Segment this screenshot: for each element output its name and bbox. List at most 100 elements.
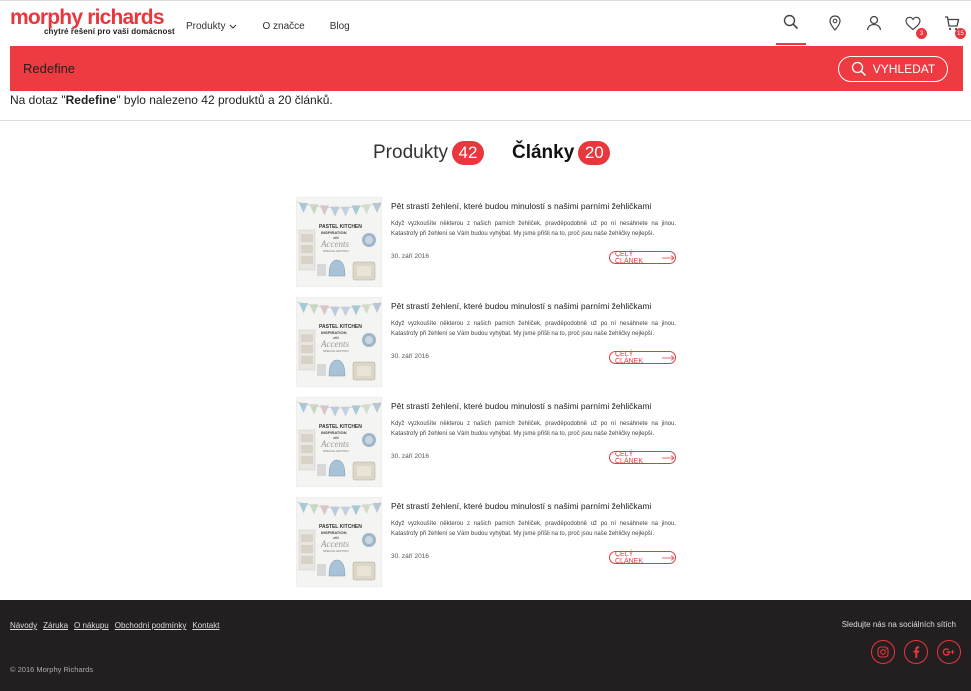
logo-brand: morphy richards [10, 6, 165, 29]
logo[interactable]: morphy richards chytré řešení pro vaši d… [10, 6, 175, 37]
read-article-label: CELÝ ČLÁNEK [615, 250, 644, 265]
article-date: 30. září 2016 [391, 553, 429, 560]
tab-label: Články [511, 142, 575, 163]
chevron-down-icon [230, 24, 237, 29]
nav-item-about[interactable]: O značce [262, 21, 304, 32]
wishlist-count-badge: 3 [916, 28, 927, 39]
list-item: PASTEL KITCHEN INSPIRATION with Accents … [296, 497, 680, 597]
read-article-button[interactable]: CELÝ ČLÁNEK [609, 550, 676, 565]
arrow-right-icon [662, 254, 675, 261]
header-icons: 3 15 [776, 1, 971, 47]
instagram-icon [877, 646, 889, 658]
search-toggle-button[interactable] [776, 1, 806, 45]
read-article-label: CELÝ ČLÁNEK [615, 350, 644, 365]
arrow-right-icon [662, 354, 675, 361]
svg-text:Accents: Accents [320, 439, 349, 449]
article-list: PASTEL KITCHEN INSPIRATION with Accents … [296, 197, 680, 597]
copyright: © 2016 Morphy Richards [10, 665, 94, 674]
article-thumbnail[interactable]: PASTEL KITCHEN INSPIRATION with Accents … [296, 397, 382, 487]
cart-count-badge: 15 [955, 28, 966, 39]
nav-item-label: Produkty [186, 21, 226, 32]
svg-text:SPECIAL EDITION: SPECIAL EDITION [323, 349, 349, 353]
search-icon [783, 14, 799, 30]
article-excerpt: Když vyzkoušíte některou z našich parníc… [391, 521, 676, 537]
search-result-summary: Na dotaz "Redefine" bylo nalezeno 42 pro… [10, 93, 333, 107]
google-plus-button[interactable] [937, 640, 961, 664]
instagram-button[interactable] [871, 640, 895, 664]
nav-item-products[interactable]: Produkty [186, 21, 237, 32]
article-excerpt: Když vyzkoušíte některou z našich parníc… [391, 221, 676, 237]
tab-count-badge: 20 [578, 141, 611, 165]
svg-text:INSPIRATION: INSPIRATION [321, 330, 347, 335]
article-image: PASTEL KITCHEN INSPIRATION with Accents … [297, 198, 381, 286]
search-bar: VYHLEDAT [10, 46, 963, 91]
tab-articles[interactable]: Články 20 [511, 141, 611, 165]
user-icon [866, 15, 881, 31]
account-button[interactable] [854, 1, 893, 45]
facebook-icon [913, 646, 920, 658]
wishlist-button[interactable]: 3 [893, 1, 932, 45]
article-thumbnail[interactable]: PASTEL KITCHEN INSPIRATION with Accents … [296, 197, 382, 287]
read-article-button[interactable]: CELÝ ČLÁNEK [609, 250, 676, 265]
site-header: morphy richards chytré řešení pro vaši d… [0, 0, 971, 46]
cart-button[interactable]: 15 [932, 1, 971, 45]
article-title[interactable]: Pět strastí žehlení, které budou minulos… [391, 501, 651, 511]
list-item: PASTEL KITCHEN INSPIRATION with Accents … [296, 297, 680, 397]
svg-text:INSPIRATION: INSPIRATION [321, 230, 347, 235]
read-article-label: CELÝ ČLÁNEK [615, 550, 644, 565]
divider [0, 120, 971, 121]
search-button-label: VYHLEDAT [872, 62, 936, 76]
article-excerpt: Když vyzkoušíte některou z našich parníc… [391, 321, 676, 337]
svg-text:INSPIRATION: INSPIRATION [321, 430, 347, 435]
tab-count-badge: 42 [451, 141, 484, 165]
read-article-button[interactable]: CELÝ ČLÁNEK [609, 450, 676, 465]
svg-text:Accents: Accents [320, 539, 349, 549]
footer-link-shopping[interactable]: O nákupu [74, 621, 109, 630]
tab-products[interactable]: Produkty 42 [373, 141, 484, 165]
article-date: 30. září 2016 [391, 253, 429, 260]
result-prefix: Na dotaz " [10, 93, 66, 107]
svg-text:Accents: Accents [320, 239, 349, 249]
article-date: 30. září 2016 [391, 453, 429, 460]
article-thumbnail[interactable]: PASTEL KITCHEN INSPIRATION with Accents … [296, 297, 382, 387]
facebook-button[interactable] [904, 640, 928, 664]
nav-item-blog[interactable]: Blog [330, 21, 350, 32]
article-title[interactable]: Pět strastí žehlení, které budou minulos… [391, 301, 651, 311]
article-date: 30. září 2016 [391, 353, 429, 360]
svg-text:SPECIAL EDITION: SPECIAL EDITION [323, 449, 349, 453]
store-locator-button[interactable] [815, 1, 854, 45]
read-article-button[interactable]: CELÝ ČLÁNEK [609, 350, 676, 365]
svg-text:SPECIAL EDITION: SPECIAL EDITION [323, 249, 349, 253]
article-title[interactable]: Pět strastí žehlení, které budou minulos… [391, 401, 651, 411]
tab-label: Produkty [373, 142, 448, 163]
search-input[interactable] [10, 46, 810, 91]
result-query: Redefine [65, 93, 117, 107]
article-excerpt: Když vyzkoušíte některou z našich parníc… [391, 421, 676, 437]
location-pin-icon [828, 15, 841, 31]
read-article-label: CELÝ ČLÁNEK [615, 450, 644, 465]
svg-text:INSPIRATION: INSPIRATION [321, 530, 347, 535]
list-item: PASTEL KITCHEN INSPIRATION with Accents … [296, 397, 680, 497]
footer-link-contact[interactable]: Kontakt [192, 621, 219, 630]
logo-tagline: chytré řešení pro vaši domácnost [44, 27, 175, 36]
main-nav: Produkty O značce Blog [186, 21, 375, 32]
arrow-right-icon [662, 454, 675, 461]
nav-item-label: Blog [329, 21, 350, 32]
article-thumbnail[interactable]: PASTEL KITCHEN INSPIRATION with Accents … [296, 497, 382, 587]
svg-text:Accents: Accents [320, 339, 349, 349]
nav-item-label: O značce [262, 21, 305, 32]
footer-link-manuals[interactable]: Návody [10, 621, 37, 630]
article-title[interactable]: Pět strastí žehlení, které budou minulos… [391, 201, 651, 211]
article-image: PASTEL KITCHEN INSPIRATION with Accents … [297, 398, 381, 486]
result-suffix: " bylo nalezeno 42 produktů a 20 článků. [116, 93, 333, 107]
result-tabs: Produkty 42 Články 20 [373, 141, 638, 165]
footer-links: Návody Záruka O nákupu Obchodní podmínky… [10, 621, 225, 630]
footer-link-terms[interactable]: Obchodní podmínky [115, 621, 187, 630]
footer-link-warranty[interactable]: Záruka [43, 621, 68, 630]
social-heading: Sledujte nás na sociálních sítích [841, 620, 956, 629]
svg-text:SPECIAL EDITION: SPECIAL EDITION [323, 549, 349, 553]
search-button[interactable]: VYHLEDAT [838, 56, 948, 82]
search-icon [851, 61, 866, 77]
article-image: PASTEL KITCHEN INSPIRATION with Accents … [297, 498, 381, 586]
site-footer: Návody Záruka O nákupu Obchodní podmínky… [0, 600, 971, 691]
